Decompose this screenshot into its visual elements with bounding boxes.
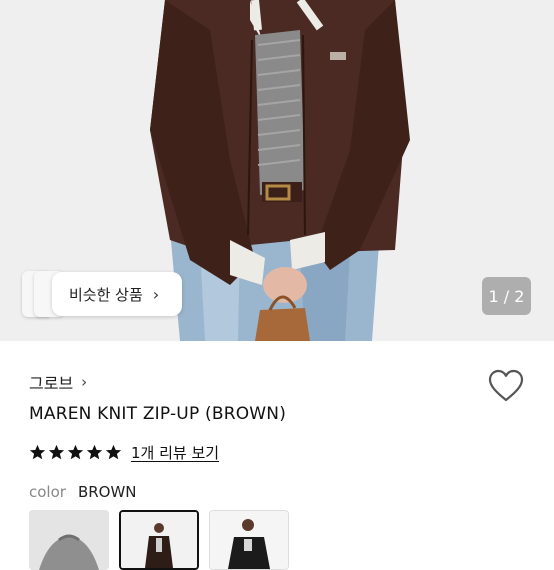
color-value: BROWN xyxy=(77,483,137,501)
star-icon xyxy=(86,444,103,460)
review-link[interactable]: 1개 리뷰 보기 xyxy=(131,442,219,463)
star-icon xyxy=(29,444,46,460)
brand-link[interactable]: 그로브 › xyxy=(29,370,87,394)
chevron-right-icon: › xyxy=(152,284,160,304)
similar-products-label: 비슷한 상품 xyxy=(69,285,143,304)
product-title: MAREN KNIT ZIP-UP (BROWN) xyxy=(29,404,287,424)
star-icon xyxy=(67,444,84,460)
image-pager-badge: 1 / 2 xyxy=(482,277,531,315)
rating-stars xyxy=(29,444,124,461)
rating-row: 1개 리뷰 보기 xyxy=(29,442,219,463)
brand-name: 그로브 xyxy=(29,374,74,393)
star-icon xyxy=(48,444,65,460)
similar-products-chip[interactable]: 비슷한 상품 › xyxy=(22,271,182,317)
color-swatch-brown-selected[interactable] xyxy=(119,510,199,570)
color-row: color BROWN xyxy=(29,483,137,501)
brown-zipup-thumbnail xyxy=(121,512,197,568)
heart-icon[interactable] xyxy=(488,369,524,403)
star-icon xyxy=(105,444,122,460)
chevron-right-icon: › xyxy=(81,373,88,391)
similar-products-button[interactable]: 비슷한 상품 › xyxy=(52,272,182,316)
black-zipup-thumbnail xyxy=(210,511,288,569)
color-swatch-black[interactable] xyxy=(209,510,289,570)
color-label: color xyxy=(29,483,66,501)
grey-knit-thumbnail xyxy=(29,510,109,570)
color-swatch-grey[interactable] xyxy=(29,510,109,570)
